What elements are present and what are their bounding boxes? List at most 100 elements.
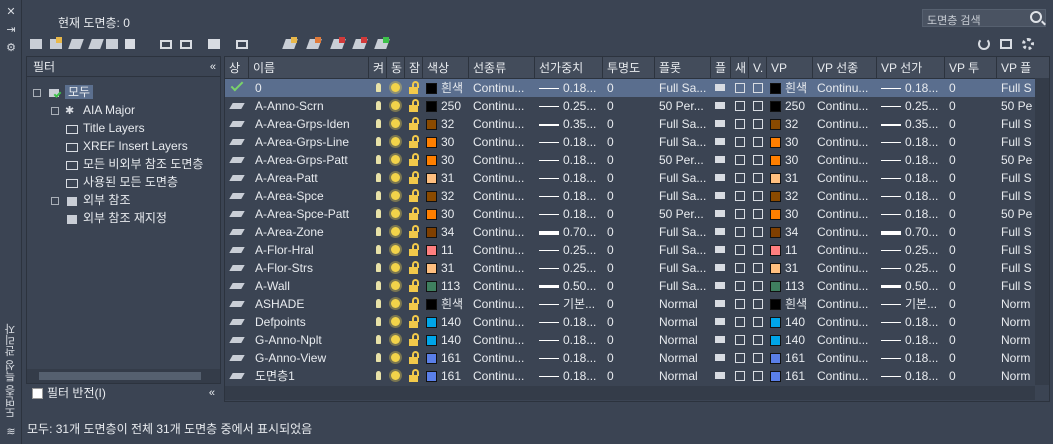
gear-icon[interactable] bbox=[1020, 36, 1036, 52]
col-linetype[interactable]: 선종류 bbox=[469, 57, 535, 79]
sun-freeze-icon[interactable] bbox=[389, 79, 403, 97]
transparency-value[interactable]: 0 bbox=[607, 115, 653, 133]
layer-name[interactable]: A-Flor-Strs bbox=[255, 259, 367, 277]
printer-icon[interactable] bbox=[713, 367, 729, 385]
save-layers-icon[interactable] bbox=[122, 36, 138, 52]
layer-row[interactable]: 0 흰색 Continu... 0.18... 0 Full Sa... 흰색 Continu… bbox=[225, 79, 1049, 97]
printer-icon[interactable] bbox=[713, 115, 729, 133]
refresh-icon[interactable] bbox=[976, 36, 992, 52]
col-transparency[interactable]: 투명도 bbox=[603, 57, 655, 79]
col-vp-transparency[interactable]: VP 투 bbox=[945, 57, 997, 79]
plot-style-value[interactable]: Full Sa... bbox=[659, 241, 711, 259]
transparency-value[interactable]: 0 bbox=[607, 187, 653, 205]
linetype-value[interactable]: Continu... bbox=[473, 133, 535, 151]
autohide-icon[interactable]: ⇥ bbox=[5, 24, 17, 36]
col-lineweight[interactable]: 선가중치 bbox=[535, 57, 603, 79]
layer-row[interactable]: A-Flor-Strs 31 Continu... 0.25... 0 Full Sa..… bbox=[225, 259, 1049, 277]
vp-linetype-value[interactable]: Continu... bbox=[817, 205, 877, 223]
plot-style-value[interactable]: Full Sa... bbox=[659, 187, 711, 205]
layer-row[interactable]: A-Area-Grps-Iden 32 Continu... 0.35... 0 Full… bbox=[225, 115, 1049, 133]
printer-icon[interactable] bbox=[713, 223, 729, 241]
linetype-value[interactable]: Continu... bbox=[473, 277, 535, 295]
vp-linetype-value[interactable]: Continu... bbox=[817, 259, 877, 277]
new-vp-freeze-icon[interactable] bbox=[733, 259, 749, 277]
on-bulb-icon[interactable] bbox=[373, 241, 385, 259]
vp-freeze-icon[interactable] bbox=[751, 79, 767, 97]
vp-color-value[interactable]: 흰색 bbox=[770, 295, 814, 313]
vp-plot-style-value[interactable]: Full S bbox=[1001, 187, 1037, 205]
unlock-icon[interactable] bbox=[407, 277, 421, 295]
new-vp-freeze-icon[interactable] bbox=[733, 97, 749, 115]
layer-row[interactable]: A-Area-Spce-Patt 30 Continu... 0.18... 0 50 P… bbox=[225, 205, 1049, 223]
vp-linetype-value[interactable]: Continu... bbox=[817, 349, 877, 367]
tree-node-all[interactable]: 모두 bbox=[33, 83, 94, 101]
unlock-icon[interactable] bbox=[407, 79, 421, 97]
unlock-icon[interactable] bbox=[407, 241, 421, 259]
tree-node-title-layers[interactable]: Title Layers bbox=[65, 119, 145, 137]
printer-icon[interactable] bbox=[713, 295, 729, 313]
color-value[interactable]: 140 bbox=[426, 313, 470, 331]
transparency-value[interactable]: 0 bbox=[607, 223, 653, 241]
linetype-value[interactable]: Continu... bbox=[473, 187, 535, 205]
layer-name[interactable]: A-Anno-Scrn bbox=[255, 97, 367, 115]
layer-row[interactable]: A-Area-Patt 31 Continu... 0.18... 0 Full Sa..… bbox=[225, 169, 1049, 187]
vp-color-value[interactable]: 흰색 bbox=[770, 79, 814, 97]
vp-transparency-value[interactable]: 0 bbox=[949, 169, 995, 187]
grid-hscrollbar[interactable] bbox=[225, 386, 1035, 400]
col-vp-color[interactable]: VP bbox=[767, 57, 813, 79]
vp-color-value[interactable]: 11 bbox=[770, 241, 814, 259]
lineweight-value[interactable]: 0.18... bbox=[539, 169, 603, 187]
transparency-value[interactable]: 0 bbox=[607, 169, 653, 187]
new-vp-freeze-icon[interactable] bbox=[733, 115, 749, 133]
color-value[interactable]: 30 bbox=[426, 205, 470, 223]
printer-icon[interactable] bbox=[713, 331, 729, 349]
unlock-icon[interactable] bbox=[407, 115, 421, 133]
vp-freeze-icon[interactable] bbox=[751, 187, 767, 205]
grid-vscrollbar[interactable] bbox=[1035, 78, 1049, 385]
col-name[interactable]: 이름 bbox=[249, 57, 369, 79]
vp-transparency-value[interactable]: 0 bbox=[949, 277, 995, 295]
on-bulb-icon[interactable] bbox=[373, 223, 385, 241]
plot-style-value[interactable]: Full Sa... bbox=[659, 223, 711, 241]
layer-name[interactable]: 도면층1 bbox=[255, 367, 367, 385]
col-vp-freeze[interactable]: V. bbox=[749, 57, 767, 79]
layer-row[interactable]: ASHADE 흰색 Continu... 기본... 0 Normal 흰색 Continu.… bbox=[225, 295, 1049, 313]
unlock-icon[interactable] bbox=[407, 367, 421, 385]
vp-plot-style-value[interactable]: Norm bbox=[1001, 349, 1037, 367]
delete-layer-icon[interactable] bbox=[330, 36, 346, 52]
sun-freeze-icon[interactable] bbox=[389, 241, 403, 259]
vp-plot-style-value[interactable]: Norm bbox=[1001, 331, 1037, 349]
new-vp-freeze-icon[interactable] bbox=[733, 367, 749, 385]
vp-linetype-value[interactable]: Continu... bbox=[817, 115, 877, 133]
linetype-value[interactable]: Continu... bbox=[473, 205, 535, 223]
color-value[interactable]: 161 bbox=[426, 349, 470, 367]
col-new-vp-freeze[interactable]: 새 bbox=[731, 57, 749, 79]
transparency-value[interactable]: 0 bbox=[607, 79, 653, 97]
vp-linetype-value[interactable]: Continu... bbox=[817, 151, 877, 169]
vp-transparency-value[interactable]: 0 bbox=[949, 133, 995, 151]
layer-search-input[interactable]: 도면층 검색 bbox=[922, 9, 1046, 27]
invert-filter[interactable]: 필터 반전(I) « bbox=[26, 384, 221, 402]
plot-style-value[interactable]: Normal bbox=[659, 313, 711, 331]
vp-color-value[interactable]: 32 bbox=[770, 187, 814, 205]
search-icon[interactable] bbox=[1030, 11, 1042, 23]
vp-linetype-value[interactable]: Continu... bbox=[817, 223, 877, 241]
on-bulb-icon[interactable] bbox=[373, 295, 385, 313]
tree-node-xref[interactable]: 외부 참조 bbox=[51, 191, 131, 209]
vp-freeze-icon[interactable] bbox=[751, 349, 767, 367]
vp-color-value[interactable]: 161 bbox=[770, 349, 814, 367]
col-vp-lineweight[interactable]: VP 선가 bbox=[877, 57, 945, 79]
vp-linetype-value[interactable]: Continu... bbox=[817, 313, 877, 331]
layer-settings-icon[interactable] bbox=[998, 36, 1014, 52]
vp-transparency-value[interactable]: 0 bbox=[949, 331, 995, 349]
print-layers-icon[interactable] bbox=[104, 36, 120, 52]
vp-transparency-value[interactable]: 0 bbox=[949, 223, 995, 241]
layer-name[interactable]: A-Area-Spce bbox=[255, 187, 367, 205]
vp-freeze-icon[interactable] bbox=[751, 223, 767, 241]
linetype-value[interactable]: Continu... bbox=[473, 331, 535, 349]
lineweight-value[interactable]: 0.18... bbox=[539, 331, 603, 349]
transparency-value[interactable]: 0 bbox=[607, 241, 653, 259]
lineweight-value[interactable]: 0.25... bbox=[539, 259, 603, 277]
on-bulb-icon[interactable] bbox=[373, 133, 385, 151]
on-bulb-icon[interactable] bbox=[373, 277, 385, 295]
